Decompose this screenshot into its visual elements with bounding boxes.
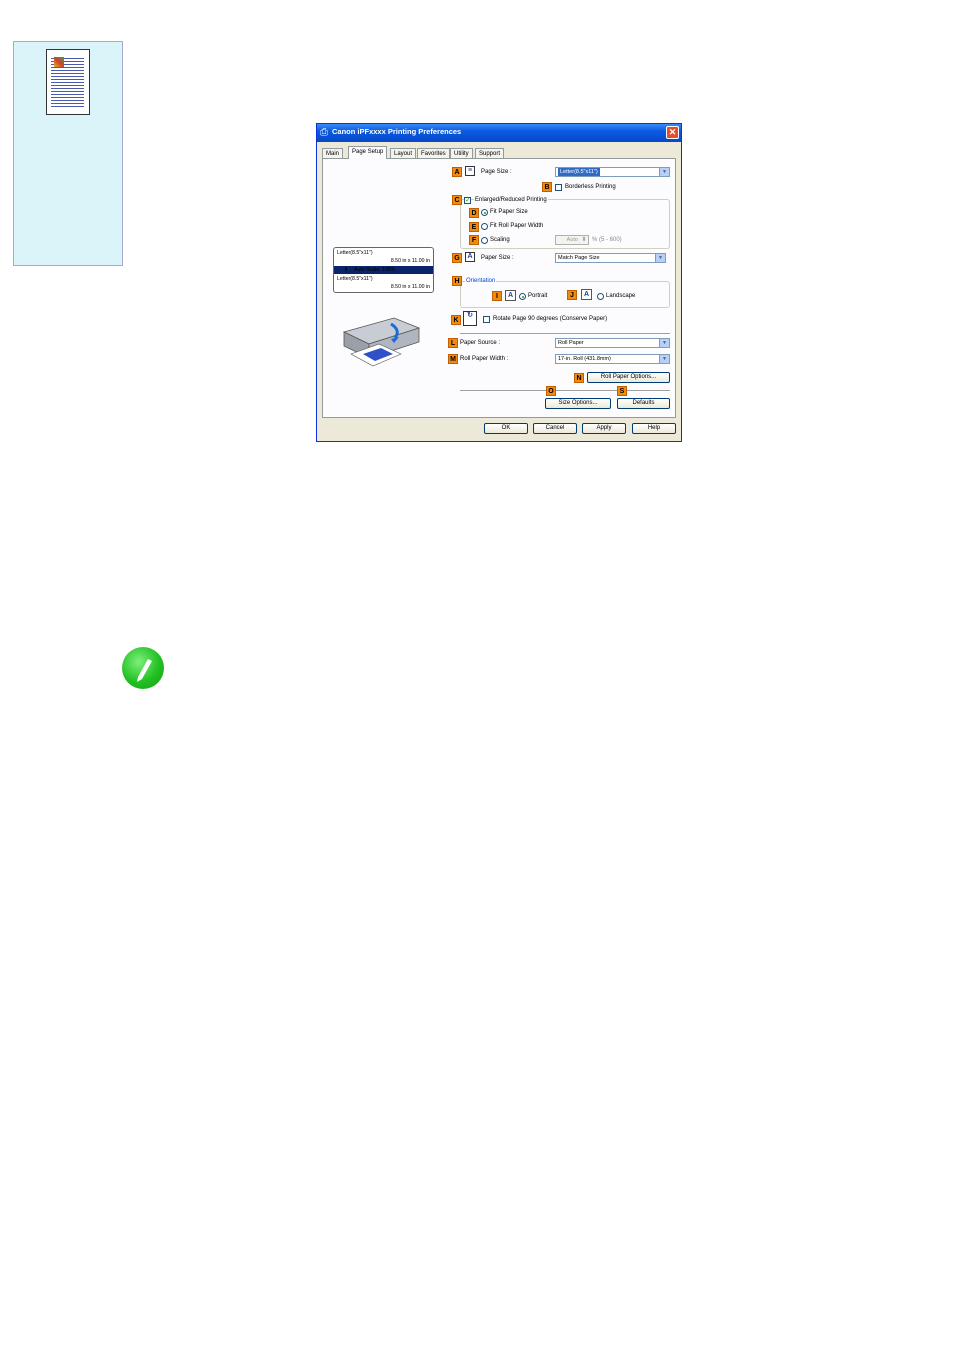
- enlarged-label: Enlarged/Reduced Printing: [474, 196, 548, 204]
- rotate-checkbox[interactable]: [483, 316, 490, 323]
- paper-source-select[interactable]: Roll Paper ▼: [555, 338, 670, 348]
- printer-illustration-icon: [342, 317, 421, 367]
- tab-support[interactable]: Support: [475, 148, 505, 158]
- borderless-label: Borderless Printing: [565, 184, 616, 190]
- portrait-icon: A: [505, 290, 516, 301]
- info-auto-scale: Auto Scale: 100%: [354, 267, 396, 273]
- rotate-label: Rotate Page 90 degrees (Conserve Paper): [493, 316, 608, 322]
- paper-size-icon: A: [465, 252, 475, 262]
- printer-icon: ⎙: [320, 127, 328, 138]
- callout-k: K: [451, 315, 461, 325]
- portrait-radio[interactable]: [519, 293, 526, 300]
- landscape-label: Landscape: [606, 293, 636, 299]
- callout-g: G: [452, 253, 462, 263]
- defaults-button[interactable]: Defaults: [617, 398, 670, 409]
- tab-main[interactable]: Main: [322, 148, 344, 158]
- separator: [460, 390, 670, 391]
- callout-l: L: [448, 338, 458, 348]
- chevron-down-icon[interactable]: ▼: [659, 355, 669, 363]
- callout-n: N: [574, 373, 584, 383]
- title-bar[interactable]: ⎙ Canon iPFxxxx Printing Preferences ✕: [317, 124, 681, 142]
- roll-width-value: 17-in. Roll (431.8mm): [558, 356, 611, 362]
- tab-page-setup[interactable]: Page Setup: [348, 146, 388, 159]
- rotate-page-icon: ↻: [463, 311, 477, 326]
- orientation-label: Orientation: [465, 277, 497, 285]
- page-size-icon: ≡: [465, 166, 475, 176]
- roll-width-select[interactable]: 17-in. Roll (431.8mm) ▼: [555, 354, 670, 364]
- page-info-box: Letter(8.5"x11") 8.50 in x 11.00 in ⬇ Au…: [333, 247, 434, 293]
- pencil-icon: [122, 647, 164, 689]
- info-scale-highlight: ⬇ Auto Scale: 100%: [334, 266, 433, 274]
- enlarged-checkbox[interactable]: ✓: [464, 197, 471, 204]
- paper-size-label: Paper Size :: [481, 255, 514, 261]
- page-preview-thumbnail: [46, 49, 90, 115]
- tab-layout[interactable]: Layout: [390, 148, 417, 158]
- callout-i: I: [492, 291, 502, 301]
- scaling-value: Auto: [566, 237, 578, 243]
- paper-source-value: Roll Paper: [558, 340, 584, 346]
- close-button[interactable]: ✕: [666, 126, 679, 139]
- chevron-down-icon[interactable]: ▼: [659, 339, 669, 347]
- scaling-label: Scaling: [490, 237, 510, 243]
- paper-size-select[interactable]: Match Page Size ▼: [555, 253, 666, 263]
- info-output-size: Letter(8.5"x11"): [337, 276, 373, 282]
- scaling-radio[interactable]: [481, 237, 488, 244]
- ok-button[interactable]: OK: [484, 423, 528, 434]
- callout-b: B: [542, 182, 552, 192]
- help-button[interactable]: Help: [632, 423, 676, 434]
- pencil-glyph: [137, 659, 152, 682]
- fit-paper-size-radio[interactable]: [481, 209, 488, 216]
- info-input-dimensions: 8.50 in x 11.00 in: [390, 258, 430, 264]
- paper-size-value: Match Page Size: [558, 255, 600, 261]
- paper-source-label: Paper Source :: [460, 340, 501, 346]
- callout-s: S: [617, 386, 627, 396]
- info-output-dimensions: 8.50 in x 11.00 in: [390, 284, 430, 290]
- scaling-spinbox[interactable]: Auto ⬍: [555, 235, 589, 245]
- roll-paper-options-button[interactable]: Roll Paper Options...: [587, 372, 670, 383]
- callout-a: A: [452, 167, 462, 177]
- apply-button[interactable]: Apply: [582, 423, 626, 434]
- callout-d: D: [469, 208, 479, 218]
- info-input-size: Letter(8.5"x11"): [337, 250, 373, 256]
- callout-e: E: [469, 222, 479, 232]
- image-icon: [54, 57, 64, 67]
- callout-o: O: [546, 386, 556, 396]
- chevron-down-icon[interactable]: ▼: [655, 254, 665, 262]
- fit-roll-width-radio[interactable]: [481, 223, 488, 230]
- window-title: Canon iPFxxxx Printing Preferences: [332, 127, 462, 136]
- chevron-down-icon[interactable]: ▼: [659, 168, 669, 176]
- fit-roll-width-label: Fit Roll Paper Width: [490, 223, 544, 229]
- portrait-label: Portrait: [528, 293, 548, 299]
- fit-paper-size-label: Fit Paper Size: [490, 209, 528, 215]
- page-size-value: Letter(8.5"x11"): [558, 168, 600, 176]
- callout-c: C: [452, 195, 462, 205]
- landscape-radio[interactable]: [597, 293, 604, 300]
- separator: [460, 333, 670, 334]
- scaling-range: % (5 - 600): [592, 237, 622, 243]
- roll-width-label: Roll Paper Width :: [460, 356, 509, 362]
- landscape-icon: A: [581, 289, 592, 300]
- cancel-button[interactable]: Cancel: [533, 423, 577, 434]
- size-options-button[interactable]: Size Options...: [545, 398, 611, 409]
- tab-favorites[interactable]: Favorites: [417, 148, 450, 158]
- callout-j: J: [567, 290, 577, 300]
- page-size-label: Page Size :: [481, 169, 512, 175]
- callout-f: F: [469, 235, 479, 245]
- arrow-down-icon: ⬇: [344, 267, 349, 273]
- borderless-checkbox[interactable]: [555, 184, 562, 191]
- tab-utility[interactable]: Utility: [450, 148, 473, 158]
- page-size-select[interactable]: Letter(8.5"x11") ▼: [555, 167, 670, 177]
- callout-h: H: [452, 276, 462, 286]
- spin-arrows-icon[interactable]: ⬍: [580, 236, 588, 244]
- callout-m: M: [448, 354, 458, 364]
